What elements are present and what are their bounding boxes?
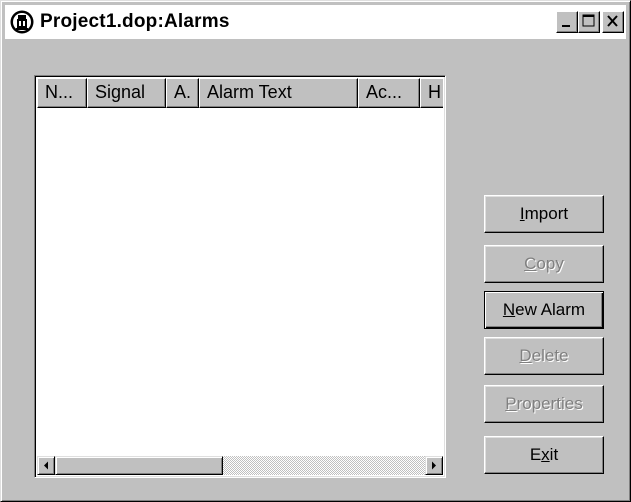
- copy-button[interactable]: Copy: [484, 245, 604, 283]
- scroll-left-button[interactable]: [37, 456, 55, 475]
- new-alarm-button[interactable]: New Alarm: [484, 291, 604, 329]
- list-body[interactable]: [37, 108, 443, 454]
- close-icon: [607, 15, 618, 27]
- column-header-ac[interactable]: Ac...: [358, 78, 420, 108]
- alarms-list-view[interactable]: N... Signal A. Alarm Text Ac... H: [34, 75, 446, 478]
- scroll-right-button[interactable]: [425, 456, 443, 475]
- properties-button[interactable]: Properties: [484, 385, 604, 423]
- maximize-button[interactable]: [578, 11, 600, 33]
- minimize-button[interactable]: [556, 11, 578, 33]
- horizontal-scrollbar[interactable]: [37, 456, 443, 475]
- delete-button[interactable]: Delete: [484, 337, 604, 375]
- caption-buttons: [556, 11, 624, 33]
- exit-button[interactable]: Exit: [484, 436, 604, 474]
- maximize-icon: [582, 14, 595, 27]
- window-title: Project1.dop:Alarms: [40, 11, 230, 32]
- column-header-alarm-text[interactable]: Alarm Text: [199, 78, 358, 108]
- import-button[interactable]: Import: [484, 195, 604, 233]
- column-header-signal[interactable]: Signal: [87, 78, 166, 108]
- minimize-icon: [562, 25, 570, 27]
- title-bar[interactable]: Project1.dop:Alarms: [5, 5, 626, 39]
- list-header: N... Signal A. Alarm Text Ac... H: [37, 78, 443, 108]
- alarms-window: Project1.dop:Alarms N... Signal A. Alarm…: [0, 0, 631, 502]
- arrow-right-icon: [432, 461, 436, 470]
- column-header-a[interactable]: A.: [166, 78, 199, 108]
- column-header-name[interactable]: N...: [37, 78, 87, 108]
- arrow-left-icon: [44, 461, 48, 470]
- column-header-h[interactable]: H: [420, 78, 443, 108]
- scrollbar-thumb[interactable]: [55, 456, 223, 475]
- app-icon: [10, 10, 34, 34]
- close-button[interactable]: [602, 11, 624, 33]
